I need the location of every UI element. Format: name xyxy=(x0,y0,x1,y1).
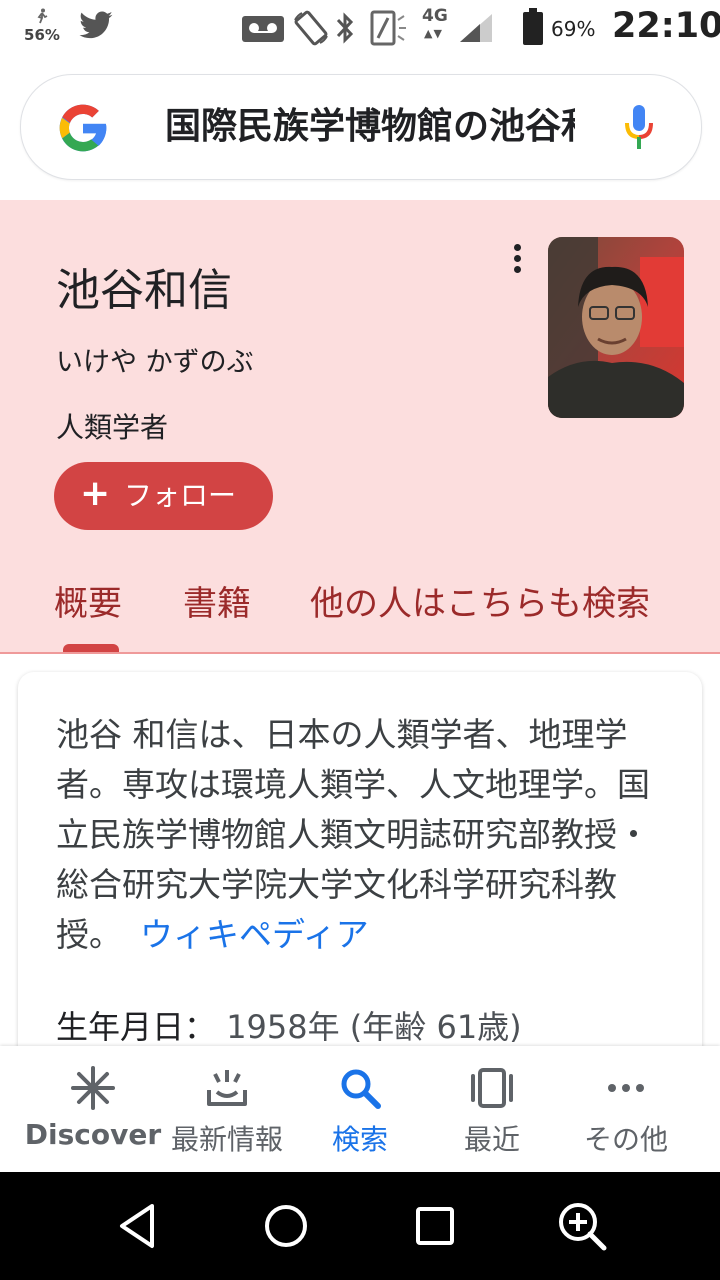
nav-more[interactable]: その他 xyxy=(556,1046,696,1172)
nfc-icon xyxy=(370,10,406,46)
wikipedia-link[interactable]: ウィキペディア xyxy=(140,915,369,954)
nav-recent[interactable]: 最近 xyxy=(422,1046,562,1172)
home-icon[interactable] xyxy=(260,1200,312,1252)
zoom-in-icon[interactable] xyxy=(556,1200,608,1252)
birth-label: 生年月日： xyxy=(56,1008,217,1046)
entity-reading: いけや かずのぶ xyxy=(56,347,254,378)
rotate-icon xyxy=(294,10,328,46)
follow-button[interactable]: + フォロー xyxy=(54,462,273,530)
knowledge-panel: 池谷和信 いけや かずのぶ 人類学者 + フォロー 概要 書籍 他の人はこちらも… xyxy=(0,200,720,654)
description-card: 池谷 和信は、日本の人類学者、地理学者。専攻は環境人類学、人文地理学。国立民族学… xyxy=(18,672,702,1092)
google-g-icon[interactable] xyxy=(55,100,111,156)
search-icon xyxy=(341,1069,381,1109)
back-icon[interactable] xyxy=(112,1200,164,1252)
twitter-icon xyxy=(79,11,113,39)
search-header: 国際民族学博物館の池谷和信 xyxy=(0,56,720,254)
nav-label: その他 xyxy=(583,1123,668,1156)
entity-title: 池谷和信 xyxy=(56,265,232,316)
nav-updates[interactable]: 最新情報 xyxy=(157,1046,297,1172)
system-navigation-bar xyxy=(0,1172,720,1280)
battery-percent: 69% xyxy=(551,17,596,41)
signal-icon xyxy=(460,14,492,42)
bottom-navigation: Discover 最新情報 検索 最近 その他 xyxy=(0,1046,720,1172)
description-text: 池谷 和信は、日本の人類学者、地理学者。専攻は環境人類学、人文地理学。国立民族学… xyxy=(56,710,656,960)
entity-photo[interactable] xyxy=(548,237,684,418)
bluetooth-icon xyxy=(336,12,354,44)
asterisk-icon xyxy=(71,1066,115,1110)
birth-date-row: 生年月日： 1958年 (年齢 61歳) xyxy=(56,1002,522,1048)
search-box[interactable]: 国際民族学博物館の池谷和信 xyxy=(20,74,702,180)
tab-books[interactable]: 書籍 xyxy=(183,576,251,625)
panel-tabs: 概要 書籍 他の人はこちらも検索 xyxy=(0,576,720,632)
clock: 22:10 xyxy=(612,6,720,46)
plus-icon: + xyxy=(80,473,111,514)
overview-icon[interactable] xyxy=(409,1200,461,1252)
nav-label: 最新情報 xyxy=(170,1123,283,1156)
panel-divider xyxy=(0,652,720,654)
step-percent: 56% xyxy=(24,26,60,44)
tab-overview[interactable]: 概要 xyxy=(54,576,122,625)
nav-label: 検索 xyxy=(331,1123,388,1156)
data-arrows-icon: ▲▼ xyxy=(424,27,443,40)
runner-icon xyxy=(20,8,64,27)
follow-label: フォロー xyxy=(124,479,237,512)
search-query[interactable]: 国際民族学博物館の池谷和信 xyxy=(165,101,575,153)
nav-search[interactable]: 検索 xyxy=(290,1046,430,1172)
voicemail-icon xyxy=(242,16,284,42)
more-dots-icon xyxy=(608,1084,644,1092)
network-type: 4G xyxy=(422,6,448,26)
nav-label: Discover xyxy=(24,1118,162,1151)
birth-value: 1958年 (年齢 61歳) xyxy=(226,1008,522,1046)
nav-discover[interactable]: Discover xyxy=(23,1046,163,1172)
entity-occupation: 人類学者 xyxy=(56,411,169,444)
mic-icon[interactable] xyxy=(621,101,657,155)
nav-label: 最近 xyxy=(463,1123,520,1156)
tab-people-also-search[interactable]: 他の人はこちらも検索 xyxy=(310,576,650,625)
more-options-icon[interactable] xyxy=(506,244,528,276)
step-counter: 56% xyxy=(20,8,64,43)
status-bar: 56% 4G ▲▼ 69% 22:10 xyxy=(0,0,720,56)
battery-icon xyxy=(523,8,543,45)
updates-tray-icon xyxy=(207,1070,247,1106)
recent-cards-icon xyxy=(471,1068,513,1108)
